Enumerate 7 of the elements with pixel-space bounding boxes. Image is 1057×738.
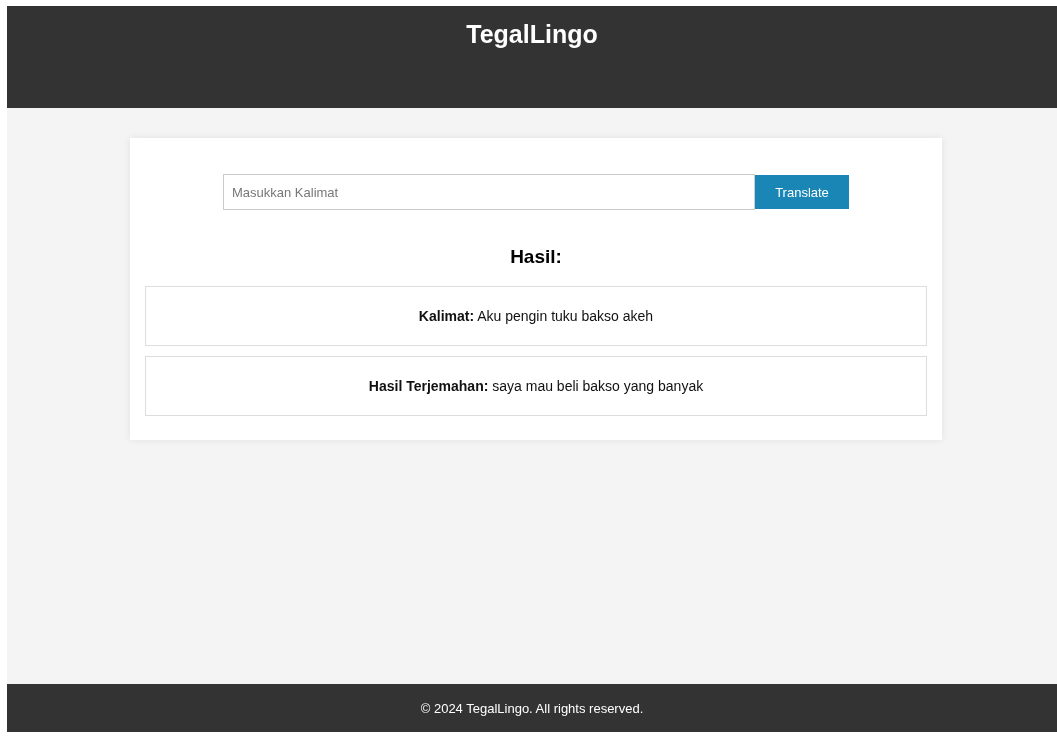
result-text: Kalimat: Aku pengin tuku bakso akeh [418,308,654,324]
translate-button[interactable]: Translate [755,175,849,209]
site-title: TegalLingo [466,20,598,49]
sentence-input-field[interactable]: Masukkan Kalimat [223,174,755,210]
result-text: Hasil Terjemahan: saya mau beli bakso yang banyak [368,378,704,394]
copyright-text: © 2024 TegalLingo. All rights reserved. [420,700,644,716]
result-heading: Hasil: [509,246,563,268]
